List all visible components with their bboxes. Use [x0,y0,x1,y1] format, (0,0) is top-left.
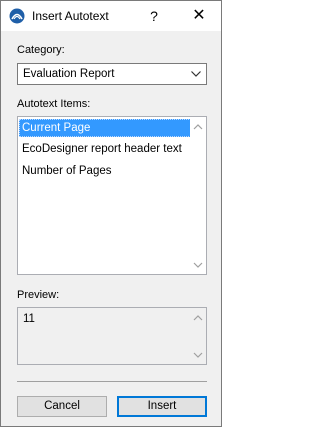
autotext-items-label: Autotext Items: [17,98,91,110]
cancel-button[interactable]: Cancel [17,396,107,417]
list-item-number-of-pages[interactable]: Number of Pages [19,162,191,180]
chevron-down-icon [191,71,201,77]
list-scrollbar[interactable] [190,117,206,274]
preview-box: 11 [17,307,207,365]
scroll-up-icon[interactable] [193,314,203,322]
category-selected-value: Evaluation Report [23,68,115,80]
preview-value: 11 [23,313,35,325]
insert-autotext-dialog: Insert Autotext ? ✕ Category: Evaluation… [0,0,222,427]
autotext-items-list[interactable]: Current Page EcoDesigner report header t… [17,116,207,275]
category-dropdown[interactable]: Evaluation Report [17,63,207,85]
list-item-ecodesigner-report-header-text[interactable]: EcoDesigner report header text [19,140,191,158]
archicad-logo-icon [9,8,25,24]
title-bar[interactable]: Insert Autotext ? ✕ [1,1,221,31]
help-button[interactable]: ? [141,1,167,31]
scroll-up-icon[interactable] [193,123,203,131]
list-item-current-page[interactable]: Current Page [19,119,191,137]
preview-scrollbar[interactable] [190,308,206,364]
divider [17,381,207,382]
scroll-down-icon[interactable] [193,351,203,359]
scroll-down-icon[interactable] [193,261,203,269]
insert-button[interactable]: Insert [117,396,207,417]
window-title: Insert Autotext [32,9,109,23]
preview-label: Preview: [17,289,60,301]
close-button[interactable]: ✕ [177,1,221,31]
category-label: Category: [17,44,65,56]
